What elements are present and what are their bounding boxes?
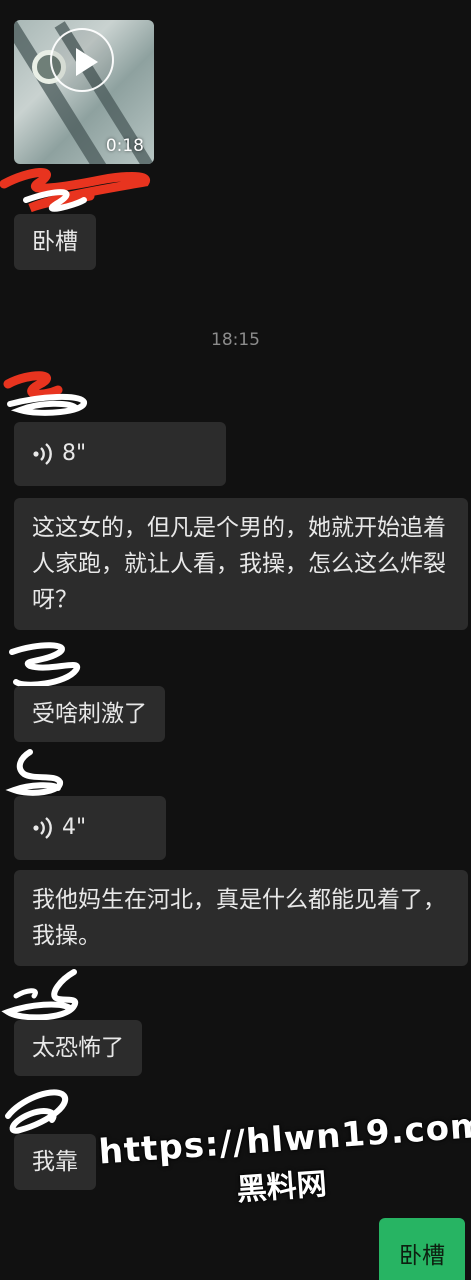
message-bubble[interactable]: 受啥刺激了 xyxy=(14,686,165,742)
message-bubble[interactable]: 太恐怖了 xyxy=(14,1020,142,1076)
voice-wave-icon xyxy=(33,443,52,465)
message-text: 我靠 xyxy=(32,1149,78,1175)
chat-timestamp: 18:15 xyxy=(211,330,260,350)
chat-screen: 0:18 卧槽 18:15 8" 这这女的，但凡是个男的，她就开始追着人家跑，就… xyxy=(0,0,471,1280)
voice-duration: 8" xyxy=(62,441,87,466)
message-text: 我他妈生在河北，真是什么都能见着了，我操。 xyxy=(32,887,446,949)
message-bubble[interactable]: 这这女的，但凡是个男的，她就开始追着人家跑，就让人看，我操，怎么这么炸裂呀？ xyxy=(14,498,468,630)
voice-message[interactable]: 4" xyxy=(14,796,166,860)
redaction-scribble xyxy=(3,371,87,416)
message-text: 卧槽 xyxy=(32,229,78,255)
play-icon[interactable] xyxy=(50,28,114,92)
watermark: https://hlwn19.com 黑料网 xyxy=(97,1106,471,1219)
message-text: 卧槽 xyxy=(399,1243,445,1269)
message-bubble[interactable]: 我他妈生在河北，真是什么都能见着了，我操。 xyxy=(14,870,468,966)
redaction-scribble xyxy=(1,969,79,1021)
voice-duration: 4" xyxy=(62,815,87,840)
message-bubble[interactable]: 卧槽 xyxy=(14,214,96,270)
video-duration: 0:18 xyxy=(105,136,144,156)
message-text: 太恐怖了 xyxy=(32,1035,124,1061)
message-bubble[interactable]: 我靠 xyxy=(14,1134,96,1190)
my-message-bubble[interactable]: 卧槽 xyxy=(379,1218,465,1280)
voice-wave-icon xyxy=(33,817,52,839)
message-text: 受啥刺激了 xyxy=(32,701,147,727)
redaction-scribble xyxy=(5,749,63,796)
voice-message[interactable]: 8" xyxy=(14,422,226,486)
message-text: 这这女的，但凡是个男的，她就开始追着人家跑，就让人看，我操，怎么这么炸裂呀？ xyxy=(32,515,446,613)
video-message[interactable]: 0:18 xyxy=(14,20,154,164)
